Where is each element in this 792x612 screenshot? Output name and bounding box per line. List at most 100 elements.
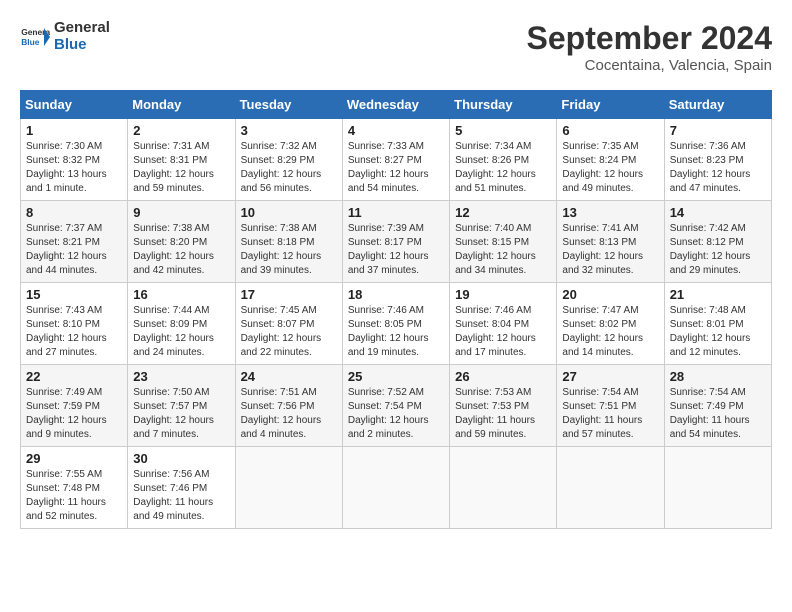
day-info: Sunrise: 7:41 AM Sunset: 8:13 PM Dayligh… — [562, 222, 658, 278]
calendar-day-22: 22 Sunrise: 7:49 AM Sunset: 7:59 PM Dayli… — [21, 365, 128, 447]
empty-cell — [235, 447, 342, 529]
logo-blue: Blue — [54, 37, 110, 54]
page-header: General Blue General Blue September 2024… — [20, 20, 772, 74]
day-info: Sunrise: 7:51 AM Sunset: 7:56 PM Dayligh… — [241, 386, 337, 442]
day-number: 2 — [133, 123, 229, 138]
weekday-header-saturday: Saturday — [664, 91, 771, 119]
day-info: Sunrise: 7:31 AM Sunset: 8:31 PM Dayligh… — [133, 140, 229, 196]
logo-general: General — [54, 20, 110, 37]
day-info: Sunrise: 7:47 AM Sunset: 8:02 PM Dayligh… — [562, 304, 658, 360]
day-info: Sunrise: 7:50 AM Sunset: 7:57 PM Dayligh… — [133, 386, 229, 442]
calendar-day-27: 27Sunrise: 7:54 AM Sunset: 7:51 PM Dayli… — [557, 365, 664, 447]
day-number: 5 — [455, 123, 551, 138]
calendar-day-9: 9Sunrise: 7:38 AM Sunset: 8:20 PM Daylig… — [128, 201, 235, 283]
day-info: Sunrise: 7:44 AM Sunset: 8:09 PM Dayligh… — [133, 304, 229, 360]
calendar-day-5: 5 Sunrise: 7:34 AM Sunset: 8:26 PM Daylig… — [450, 119, 557, 201]
day-info: Sunrise: 7:46 AM Sunset: 8:05 PM Dayligh… — [348, 304, 444, 360]
day-info: Sunrise: 7:54 AM Sunset: 7:51 PM Dayligh… — [562, 386, 658, 442]
calendar-week-row-4: 22 Sunrise: 7:49 AM Sunset: 7:59 PM Dayli… — [21, 365, 772, 447]
day-number: 4 — [348, 123, 444, 138]
day-info: Sunrise: 7:40 AM Sunset: 8:15 PM Dayligh… — [455, 222, 551, 278]
empty-cell — [557, 447, 664, 529]
day-info: Sunrise: 7:33 AM Sunset: 8:27 PM Dayligh… — [348, 140, 444, 196]
day-info: Sunrise: 7:32 AM Sunset: 8:29 PM Dayligh… — [241, 140, 337, 196]
calendar-day-4: 4 Sunrise: 7:33 AM Sunset: 8:27 PM Daylig… — [342, 119, 449, 201]
calendar-day-20: 20 Sunrise: 7:47 AM Sunset: 8:02 PM Dayli… — [557, 283, 664, 365]
day-number: 23 — [133, 369, 229, 384]
day-number: 15 — [26, 287, 122, 302]
day-info: Sunrise: 7:35 AM Sunset: 8:24 PM Dayligh… — [562, 140, 658, 196]
calendar-week-row-3: 15 Sunrise: 7:43 AM Sunset: 8:10 PM Dayli… — [21, 283, 772, 365]
day-number: 26 — [455, 369, 551, 384]
day-number: 12 — [455, 205, 551, 220]
calendar-week-row-2: 8 Sunrise: 7:37 AM Sunset: 8:21 PM Daylig… — [21, 201, 772, 283]
empty-cell — [342, 447, 449, 529]
day-number: 17 — [241, 287, 337, 302]
day-info: Sunrise: 7:46 AM Sunset: 8:04 PM Dayligh… — [455, 304, 551, 360]
location-subtitle: Cocentaina, Valencia, Spain — [527, 57, 772, 74]
calendar-day-18: 18 Sunrise: 7:46 AM Sunset: 8:05 PM Dayli… — [342, 283, 449, 365]
day-info: Sunrise: 7:37 AM Sunset: 8:21 PM Dayligh… — [26, 222, 122, 278]
calendar-week-row-1: 1 Sunrise: 7:30 AM Sunset: 8:32 PM Daylig… — [21, 119, 772, 201]
calendar-day-28: 28 Sunrise: 7:54 AM Sunset: 7:49 PM Dayli… — [664, 365, 771, 447]
day-number: 7 — [670, 123, 766, 138]
calendar-day-10: 10 Sunrise: 7:38 AM Sunset: 8:18 PM Dayli… — [235, 201, 342, 283]
logo-icon: General Blue — [20, 22, 50, 52]
day-info: Sunrise: 7:34 AM Sunset: 8:26 PM Dayligh… — [455, 140, 551, 196]
day-number: 20 — [562, 287, 658, 302]
calendar-day-6: 6 Sunrise: 7:35 AM Sunset: 8:24 PM Daylig… — [557, 119, 664, 201]
day-info: Sunrise: 7:42 AM Sunset: 8:12 PM Dayligh… — [670, 222, 766, 278]
calendar-day-12: 12 Sunrise: 7:40 AM Sunset: 8:15 PM Dayli… — [450, 201, 557, 283]
calendar-day-8: 8 Sunrise: 7:37 AM Sunset: 8:21 PM Daylig… — [21, 201, 128, 283]
calendar-day-7: 7 Sunrise: 7:36 AM Sunset: 8:23 PM Daylig… — [664, 119, 771, 201]
calendar-day-16: 16Sunrise: 7:44 AM Sunset: 8:09 PM Dayli… — [128, 283, 235, 365]
day-info: Sunrise: 7:38 AM Sunset: 8:18 PM Dayligh… — [241, 222, 337, 278]
day-number: 8 — [26, 205, 122, 220]
empty-cell — [664, 447, 771, 529]
day-number: 22 — [26, 369, 122, 384]
calendar-day-15: 15 Sunrise: 7:43 AM Sunset: 8:10 PM Dayli… — [21, 283, 128, 365]
day-info: Sunrise: 7:36 AM Sunset: 8:23 PM Dayligh… — [670, 140, 766, 196]
calendar-day-17: 17 Sunrise: 7:45 AM Sunset: 8:07 PM Dayli… — [235, 283, 342, 365]
day-info: Sunrise: 7:48 AM Sunset: 8:01 PM Dayligh… — [670, 304, 766, 360]
calendar-table: SundayMondayTuesdayWednesdayThursdayFrid… — [20, 90, 772, 529]
day-info: Sunrise: 7:43 AM Sunset: 8:10 PM Dayligh… — [26, 304, 122, 360]
calendar-day-25: 25Sunrise: 7:52 AM Sunset: 7:54 PM Dayli… — [342, 365, 449, 447]
weekday-header-friday: Friday — [557, 91, 664, 119]
weekday-header-monday: Monday — [128, 91, 235, 119]
day-number: 6 — [562, 123, 658, 138]
calendar-day-11: 11Sunrise: 7:39 AM Sunset: 8:17 PM Dayli… — [342, 201, 449, 283]
calendar-week-row-5: 29 Sunrise: 7:55 AM Sunset: 7:48 PM Dayli… — [21, 447, 772, 529]
calendar-day-1: 1 Sunrise: 7:30 AM Sunset: 8:32 PM Daylig… — [21, 119, 128, 201]
day-number: 10 — [241, 205, 337, 220]
day-number: 1 — [26, 123, 122, 138]
weekday-header-sunday: Sunday — [21, 91, 128, 119]
day-info: Sunrise: 7:54 AM Sunset: 7:49 PM Dayligh… — [670, 386, 766, 442]
day-info: Sunrise: 7:49 AM Sunset: 7:59 PM Dayligh… — [26, 386, 122, 442]
day-info: Sunrise: 7:56 AM Sunset: 7:46 PM Dayligh… — [133, 468, 229, 524]
calendar-header-row: SundayMondayTuesdayWednesdayThursdayFrid… — [21, 91, 772, 119]
day-info: Sunrise: 7:45 AM Sunset: 8:07 PM Dayligh… — [241, 304, 337, 360]
calendar-day-19: 19 Sunrise: 7:46 AM Sunset: 8:04 PM Dayli… — [450, 283, 557, 365]
weekday-header-tuesday: Tuesday — [235, 91, 342, 119]
calendar-day-23: 23 Sunrise: 7:50 AM Sunset: 7:57 PM Dayli… — [128, 365, 235, 447]
calendar-day-3: 3Sunrise: 7:32 AM Sunset: 8:29 PM Daylig… — [235, 119, 342, 201]
empty-cell — [450, 447, 557, 529]
calendar-day-30: 30Sunrise: 7:56 AM Sunset: 7:46 PM Dayli… — [128, 447, 235, 529]
title-section: September 2024 Cocentaina, Valencia, Spa… — [527, 20, 772, 74]
weekday-header-wednesday: Wednesday — [342, 91, 449, 119]
day-info: Sunrise: 7:39 AM Sunset: 8:17 PM Dayligh… — [348, 222, 444, 278]
day-number: 18 — [348, 287, 444, 302]
calendar-day-14: 14Sunrise: 7:42 AM Sunset: 8:12 PM Dayli… — [664, 201, 771, 283]
day-number: 29 — [26, 451, 122, 466]
calendar-day-13: 13Sunrise: 7:41 AM Sunset: 8:13 PM Dayli… — [557, 201, 664, 283]
day-info: Sunrise: 7:53 AM Sunset: 7:53 PM Dayligh… — [455, 386, 551, 442]
day-info: Sunrise: 7:30 AM Sunset: 8:32 PM Dayligh… — [26, 140, 122, 196]
day-number: 9 — [133, 205, 229, 220]
day-info: Sunrise: 7:55 AM Sunset: 7:48 PM Dayligh… — [26, 468, 122, 524]
logo: General Blue General Blue — [20, 20, 110, 53]
calendar-day-29: 29 Sunrise: 7:55 AM Sunset: 7:48 PM Dayli… — [21, 447, 128, 529]
day-number: 28 — [670, 369, 766, 384]
day-number: 19 — [455, 287, 551, 302]
day-info: Sunrise: 7:52 AM Sunset: 7:54 PM Dayligh… — [348, 386, 444, 442]
